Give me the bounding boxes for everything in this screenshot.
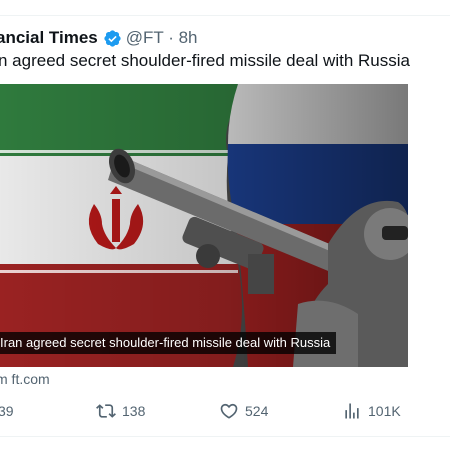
views-icon [345,403,359,419]
tweet-header: ancial Times @FT · 8h [0,26,198,50]
bottom-divider [0,436,450,437]
like-icon [220,403,238,419]
action-bar: 39 138 524 101K [0,400,450,422]
repost-count: 138 [122,403,146,419]
card-caption: Iran agreed secret shoulder-fired missil… [0,332,337,354]
author-name[interactable]: ancial Times [0,28,98,48]
reply-button[interactable]: 39 [0,400,14,422]
top-divider [0,15,450,16]
link-card[interactable]: Iran agreed secret shoulder-fired missil… [0,84,408,367]
reply-count: 39 [0,403,14,419]
view-count: 101K [368,403,401,419]
handle-and-time[interactable]: @FT · 8h [126,28,198,48]
views-button[interactable]: 101K [342,400,401,422]
repost-icon [96,404,116,418]
verified-badge-icon[interactable] [103,29,122,48]
card-source-link[interactable]: m ft.com [0,371,50,387]
repost-button[interactable]: 138 [96,400,145,422]
like-count: 524 [245,403,269,419]
card-image [0,84,408,367]
like-button[interactable]: 524 [219,400,268,422]
tweet-text: n agreed secret shoulder-fired missile d… [0,51,410,70]
